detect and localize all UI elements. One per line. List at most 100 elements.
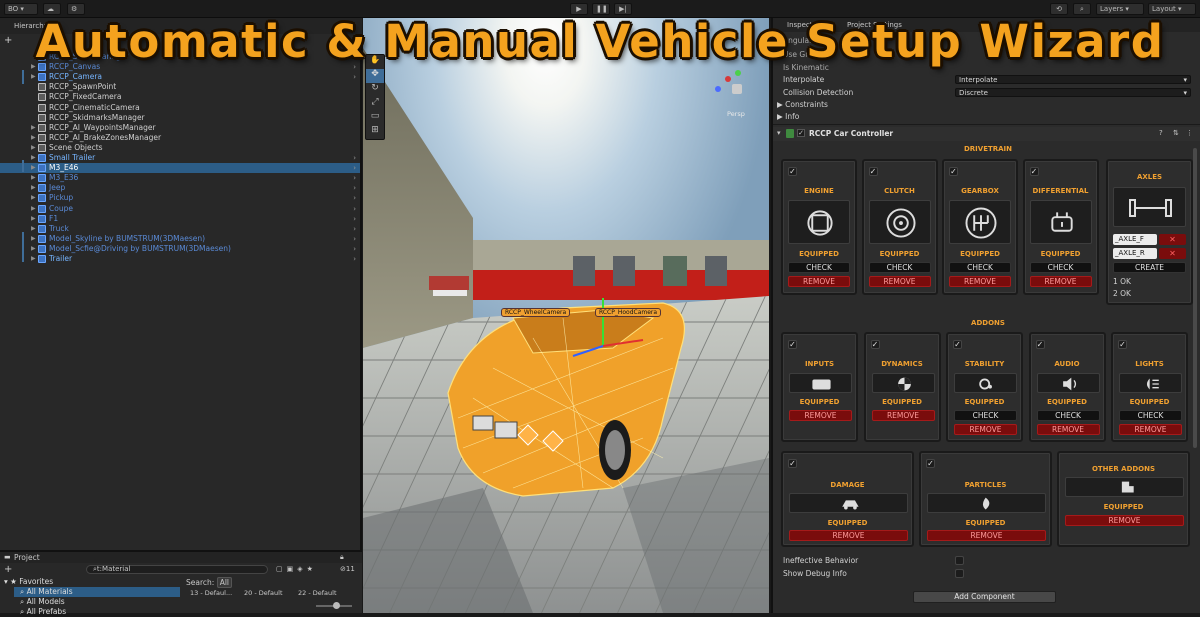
play-button[interactable]: ▶	[570, 3, 588, 15]
open-prefab-icon[interactable]: ›	[353, 234, 356, 244]
hierarchy-item[interactable]: ▶ Pickup ›	[0, 193, 360, 203]
lock-icon[interactable]: 🔒︎	[340, 553, 344, 562]
particles-icon[interactable]	[927, 493, 1046, 513]
scale-tool-icon[interactable]: ⤢	[366, 97, 384, 111]
layers-dropdown[interactable]: Layers ▾	[1096, 3, 1144, 15]
differential-check-button[interactable]: CHECK	[1029, 262, 1092, 273]
hierarchy-item[interactable]: RCCP_SkidmarksManager	[0, 113, 360, 123]
gearbox-enabled-checkbox[interactable]: ✓	[949, 167, 958, 176]
hand-tool-icon[interactable]: ✋	[366, 55, 384, 69]
step-button[interactable]: ▶|	[614, 3, 632, 15]
material-result[interactable]: 13 - Defaul...	[190, 589, 232, 597]
differential-enabled-checkbox[interactable]: ✓	[1029, 167, 1039, 176]
differential-remove-button[interactable]: REMOVE	[1029, 276, 1092, 287]
dynamics-remove-button[interactable]: REMOVE	[871, 410, 935, 421]
lights-icon[interactable]	[1119, 373, 1182, 393]
damage-icon[interactable]	[789, 493, 908, 513]
engine-check-button[interactable]: CHECK	[788, 262, 850, 273]
hierarchy-item[interactable]: ▶ Coupe ›	[0, 204, 360, 214]
other-addons-icon[interactable]	[1065, 477, 1184, 497]
open-prefab-icon[interactable]: ›	[353, 173, 356, 183]
open-prefab-icon[interactable]: ›	[353, 163, 356, 173]
pause-button[interactable]: ❚❚	[592, 3, 610, 15]
constraints-foldout[interactable]: ▶ Constraints	[777, 100, 828, 109]
hierarchy-item[interactable]: ▶ RCCP_AI_WaypointsManager	[0, 123, 360, 133]
audio-enabled-checkbox[interactable]: ✓	[1035, 340, 1045, 349]
clutch-icon[interactable]	[868, 200, 931, 244]
favorite-item[interactable]: ⌕ All Models	[20, 597, 65, 607]
hierarchy-item[interactable]: ▶ Jeep ›	[0, 183, 360, 193]
clutch-check-button[interactable]: CHECK	[868, 262, 931, 273]
gearbox-check-button[interactable]: CHECK	[949, 262, 1011, 273]
stability-remove-button[interactable]: REMOVE	[954, 424, 1017, 435]
add-component-button[interactable]: Add Component	[913, 591, 1056, 603]
hierarchy-item[interactable]: ▶ Truck ›	[0, 224, 360, 234]
component-header[interactable]: ▾ ✓ RCCP Car Controller ? ⇅ ⋮	[773, 127, 1200, 141]
gearbox-remove-button[interactable]: REMOVE	[949, 276, 1011, 287]
rotate-tool-icon[interactable]: ↻	[366, 83, 384, 97]
collision-detection-dropdown[interactable]: Discrete ▾	[955, 88, 1191, 97]
component-enabled-checkbox[interactable]: ✓	[797, 129, 805, 137]
foldout-arrow-icon[interactable]: ▾	[777, 129, 781, 137]
inputs-icon[interactable]	[789, 373, 852, 393]
clutch-enabled-checkbox[interactable]: ✓	[868, 167, 878, 176]
favorites-header[interactable]: ▾ ★ Favorites	[4, 577, 53, 586]
particles-remove-button[interactable]: REMOVE	[927, 530, 1046, 541]
hierarchy-item[interactable]: ▶ Model_Skyline by BUMSTRUM(3DMaesen) ›	[0, 234, 360, 244]
history-icon[interactable]: ⟲	[1050, 3, 1068, 15]
open-prefab-icon[interactable]: ›	[353, 72, 356, 82]
open-prefab-icon[interactable]: ›	[353, 254, 356, 264]
scene-view[interactable]: RCCP_WheelCamera RCCP_HoodCamera ✋ ✥ ↻ ⤢…	[363, 18, 769, 613]
material-result[interactable]: 20 - Default	[244, 589, 283, 597]
presets-icon[interactable]: ⇅	[1173, 129, 1179, 137]
stability-icon[interactable]	[954, 373, 1017, 393]
search-scope-dropdown[interactable]: All	[216, 577, 232, 588]
particles-enabled-checkbox[interactable]: ✓	[926, 459, 935, 468]
hierarchy-item[interactable]: ▶ RCCP_Camera ›	[0, 72, 360, 82]
info-foldout[interactable]: ▶ Info	[777, 112, 799, 121]
orientation-gizmo[interactable]	[715, 70, 755, 106]
transform-tool-icon[interactable]: ⊞	[366, 125, 384, 139]
project-filter-icons[interactable]: ▢▣◈★	[276, 565, 317, 573]
differential-icon[interactable]	[1029, 200, 1092, 244]
rect-tool-icon[interactable]: ▭	[366, 111, 384, 125]
hierarchy-item[interactable]: ▶ Trailer ›	[0, 254, 360, 264]
hierarchy-item[interactable]: ▶ Model_Scfie@Driving by BUMSTRUM(3DMaese…	[0, 244, 360, 254]
tab-inspector[interactable]: Inspector	[787, 21, 820, 29]
engine-remove-button[interactable]: REMOVE	[788, 276, 850, 287]
interpolate-dropdown[interactable]: Interpolate ▾	[955, 75, 1191, 84]
gearbox-icon[interactable]	[949, 200, 1011, 244]
hierarchy-item[interactable]: ▶ M3_E46 ›	[0, 163, 360, 174]
cloud-icon[interactable]: ☁	[43, 3, 61, 15]
show-debug-info-checkbox[interactable]	[955, 569, 964, 578]
open-prefab-icon[interactable]: ›	[353, 153, 356, 163]
audio-check-button[interactable]: CHECK	[1036, 410, 1100, 421]
material-result[interactable]: 22 - Default	[298, 589, 337, 597]
tab-project[interactable]: Project	[14, 553, 40, 562]
dynamics-icon[interactable]	[871, 373, 935, 393]
hierarchy-item[interactable]: ▶ RCCP_Canvas ›	[0, 62, 360, 72]
add-icon[interactable]: +	[4, 36, 18, 46]
remove-axle-front-icon[interactable]: ✕	[1159, 234, 1186, 245]
open-prefab-icon[interactable]: ›	[353, 204, 356, 214]
search-icon[interactable]: ⌕	[1073, 3, 1091, 15]
clutch-remove-button[interactable]: REMOVE	[868, 276, 931, 287]
ineffective-behavior-checkbox[interactable]	[955, 556, 964, 565]
engine-enabled-checkbox[interactable]: ✓	[788, 167, 797, 176]
help-icon[interactable]: ?	[1159, 129, 1163, 137]
open-prefab-icon[interactable]: ›	[353, 193, 356, 203]
project-search-input[interactable]: ⌕t:Material	[86, 565, 268, 574]
remove-axle-rear-icon[interactable]: ✕	[1159, 248, 1186, 259]
zoom-slider-handle[interactable]	[333, 602, 340, 609]
lights-check-button[interactable]: CHECK	[1119, 410, 1182, 421]
lights-remove-button[interactable]: REMOVE	[1119, 424, 1182, 435]
open-prefab-icon[interactable]: ›	[353, 214, 356, 224]
hierarchy-item[interactable]: RCCP_FixedCamera	[0, 92, 360, 102]
layout-dropdown[interactable]: Layout ▾	[1148, 3, 1196, 15]
hierarchy-item[interactable]: RCCP_SpawnPoint	[0, 82, 360, 92]
inputs-enabled-checkbox[interactable]: ✓	[788, 340, 797, 349]
audio-remove-button[interactable]: REMOVE	[1036, 424, 1100, 435]
damage-enabled-checkbox[interactable]: ✓	[788, 459, 797, 468]
axle-front-field[interactable]: _AXLE_F	[1113, 234, 1157, 245]
account-dropdown[interactable]: BO ▾	[4, 3, 38, 15]
